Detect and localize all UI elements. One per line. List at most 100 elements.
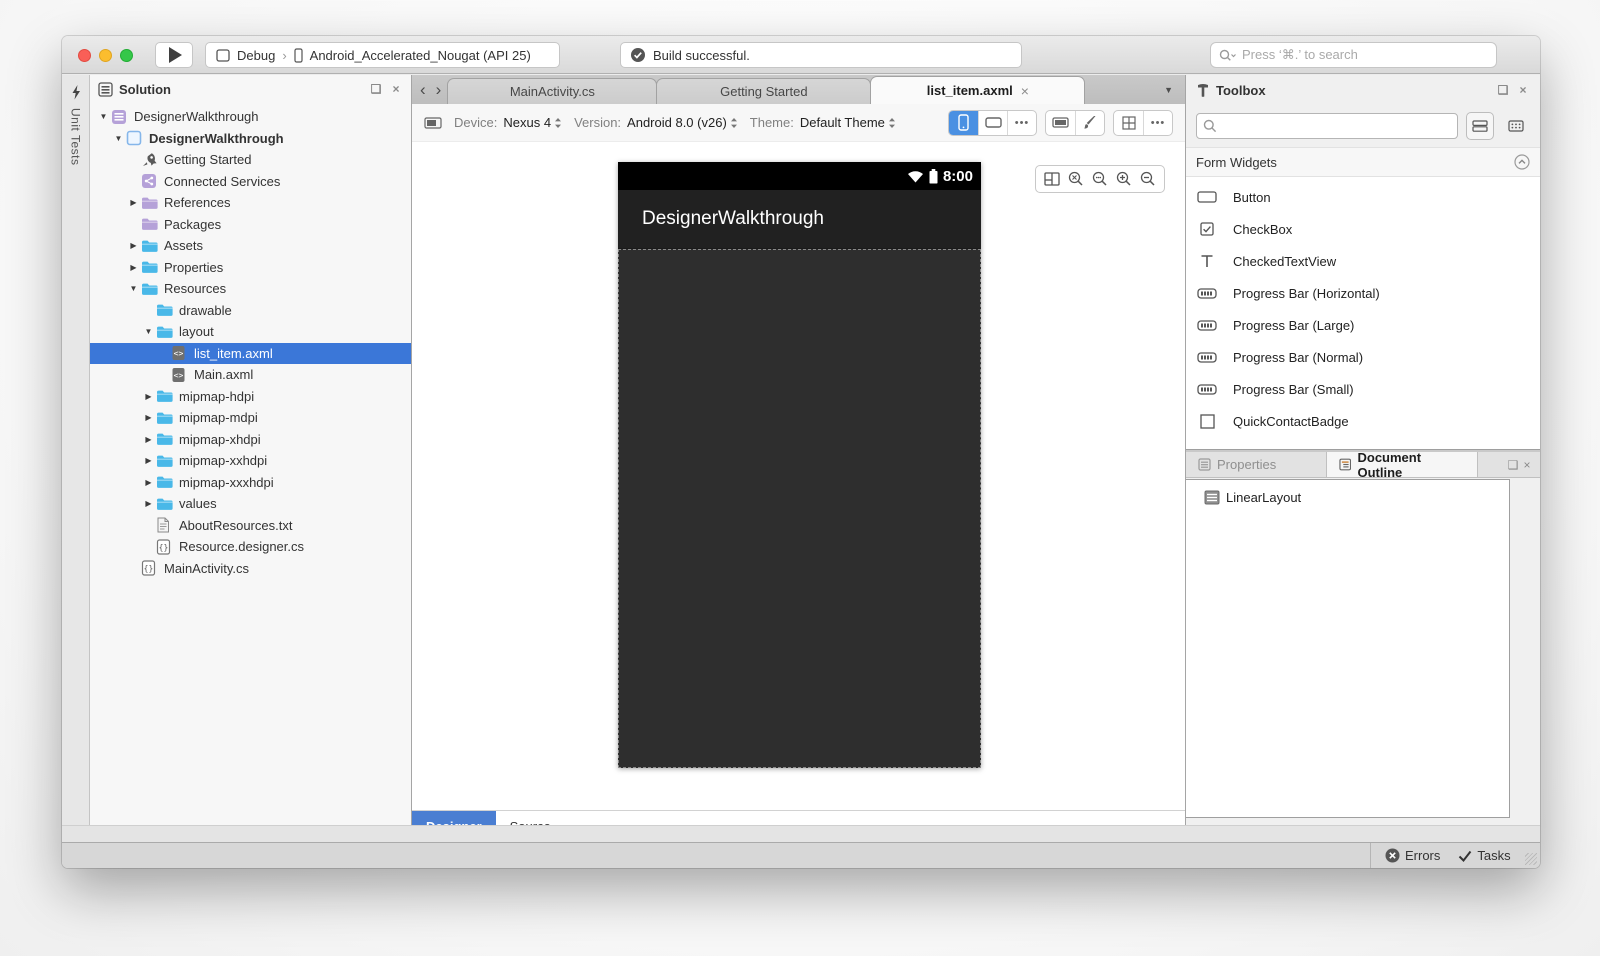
linearlayout-design-region[interactable] <box>618 249 981 768</box>
tree-item-label: list_item.axml <box>194 345 273 361</box>
battery-icon <box>929 168 938 184</box>
tree-item[interactable]: ▶ Properties <box>90 257 411 279</box>
unit-tests-side-tab[interactable]: Unit Tests <box>62 75 90 842</box>
toolbox-item-label: CheckedTextView <box>1233 253 1337 269</box>
run-button[interactable] <box>155 42 193 68</box>
folder-blue-icon <box>156 431 177 447</box>
chevron-right-icon[interactable]: ▶ <box>141 435 156 444</box>
tree-item[interactable]: ▶ mipmap-hdpi <box>90 386 411 408</box>
global-search-input[interactable]: Press ‘⌘.’ to search <box>1210 42 1497 68</box>
tree-item[interactable]: Connected Services <box>90 171 411 193</box>
close-pad-icon[interactable]: × <box>1516 83 1530 97</box>
toolbox-item[interactable]: Progress Bar (Large) <box>1186 309 1540 341</box>
minimize-window-button[interactable] <box>99 49 112 62</box>
toolbox-item[interactable]: QuickContactBadge <box>1186 405 1540 437</box>
toolbox-item[interactable]: Progress Bar (Small) <box>1186 373 1540 405</box>
navigate-forward-button[interactable]: › <box>436 81 442 98</box>
zoom-in-button[interactable] <box>1112 167 1136 191</box>
tree-item[interactable]: ▶ Assets <box>90 235 411 257</box>
chevron-right-icon[interactable]: ▶ <box>141 478 156 487</box>
tree-item[interactable]: AboutResources.txt <box>90 515 411 537</box>
tab-list-item-axml[interactable]: list_item.axml × <box>870 76 1086 104</box>
dock-pad-icon[interactable]: ❑ <box>1496 83 1510 97</box>
screen-settings-button[interactable] <box>1046 111 1075 135</box>
zoom-to-fit-button[interactable] <box>1064 167 1088 191</box>
layout-grid-button[interactable] <box>1114 111 1143 135</box>
theme-dropdown[interactable]: Default Theme <box>800 115 896 130</box>
tree-item[interactable]: ▶ values <box>90 493 411 515</box>
resize-grip[interactable] <box>1525 853 1537 865</box>
device-dropdown[interactable]: Nexus 4 <box>503 115 562 130</box>
tree-item[interactable]: Packages <box>90 214 411 236</box>
close-pad-icon[interactable]: × <box>389 82 403 96</box>
tree-item[interactable]: {} MainActivity.cs <box>90 558 411 580</box>
run-configuration-selector[interactable]: Debug › Android_Accelerated_Nougat (API … <box>205 42 560 68</box>
folder-blue-icon <box>156 474 177 490</box>
toggle-device-frame-button[interactable] <box>1040 167 1064 191</box>
chevron-right-icon[interactable]: ▶ <box>141 499 156 508</box>
collapse-section-icon[interactable] <box>1514 154 1530 170</box>
dock-pad-icon[interactable]: ❑ <box>369 82 383 96</box>
close-tab-icon[interactable]: × <box>1021 83 1029 99</box>
list-view-button[interactable] <box>1466 112 1494 140</box>
more-orientation-options-button[interactable]: ••• <box>1007 110 1036 135</box>
theme-brush-button[interactable] <box>1075 110 1104 135</box>
tree-item[interactable]: drawable <box>90 300 411 322</box>
design-surface[interactable]: 8:00 DesignerWalkthrough <box>412 142 1185 810</box>
tree-item[interactable]: Getting Started <box>90 149 411 171</box>
chevron-right-icon[interactable]: ▶ <box>126 263 141 272</box>
toolbox-item-label: Progress Bar (Normal) <box>1233 349 1364 365</box>
tab-document-outline[interactable]: Document Outline <box>1326 450 1478 480</box>
tree-item[interactable]: ▼ layout <box>90 321 411 343</box>
chevron-right-icon[interactable]: ▶ <box>141 413 156 422</box>
chevron-right-icon[interactable]: ▶ <box>126 241 141 250</box>
toolbox-item[interactable]: CheckBox <box>1186 213 1540 245</box>
errors-label: Errors <box>1405 848 1441 863</box>
grid-view-button[interactable] <box>1502 112 1530 140</box>
landscape-orientation-button[interactable] <box>978 110 1007 135</box>
portrait-orientation-button[interactable] <box>949 110 978 135</box>
tab-properties[interactable]: Properties <box>1186 452 1326 477</box>
tree-item[interactable]: {} Resource.designer.cs <box>90 536 411 558</box>
tree-item[interactable]: <> list_item.axml <box>90 342 411 364</box>
close-window-button[interactable] <box>78 49 91 62</box>
toolbox-search-input[interactable] <box>1196 113 1458 139</box>
zoom-window-button[interactable] <box>120 49 133 62</box>
toolbox-item[interactable]: Button <box>1186 181 1540 213</box>
tab-overflow-menu-icon[interactable]: ▼ <box>1164 85 1173 95</box>
zoom-out-button[interactable] <box>1136 167 1160 191</box>
chevron-down-icon[interactable]: ▼ <box>111 134 126 143</box>
android-device-preview[interactable]: 8:00 DesignerWalkthrough <box>618 162 981 768</box>
actual-size-button[interactable] <box>1088 167 1112 191</box>
chevron-down-icon[interactable]: ▼ <box>96 112 111 121</box>
toolbox-item[interactable]: Progress Bar (Normal) <box>1186 341 1540 373</box>
titlebar[interactable]: Debug › Android_Accelerated_Nougat (API … <box>62 36 1540 74</box>
tree-item[interactable]: ▼ DesignerWalkthrough <box>90 128 411 150</box>
tree-item[interactable]: ▼ DesignerWalkthrough <box>90 106 411 128</box>
chevron-down-icon[interactable]: ▼ <box>141 327 156 336</box>
navigate-back-button[interactable]: ‹ <box>420 81 426 98</box>
tab-mainactivity[interactable]: MainActivity.cs <box>447 78 658 104</box>
more-grid-options-button[interactable]: ••• <box>1143 110 1172 135</box>
tasks-button[interactable]: Tasks <box>1458 848 1511 863</box>
tree-item[interactable]: ▶ mipmap-xhdpi <box>90 429 411 451</box>
close-pad-icon[interactable]: × <box>1520 458 1534 472</box>
tree-item[interactable]: ▶ References <box>90 192 411 214</box>
chevron-right-icon[interactable]: ▶ <box>141 456 156 465</box>
chevron-right-icon[interactable]: ▶ <box>141 392 156 401</box>
chevron-down-icon[interactable]: ▼ <box>126 284 141 293</box>
outline-node-linearlayout[interactable]: LinearLayout <box>1186 486 1509 508</box>
tab-getting-started[interactable]: Getting Started <box>656 78 872 104</box>
tree-item[interactable]: ▶ mipmap-xxxhdpi <box>90 472 411 494</box>
tree-item[interactable]: ▶ mipmap-mdpi <box>90 407 411 429</box>
version-dropdown[interactable]: Android 8.0 (v26) <box>627 115 738 130</box>
errors-button[interactable]: Errors <box>1385 848 1440 863</box>
dock-pad-icon[interactable]: ❑ <box>1506 458 1520 472</box>
toolbox-item[interactable]: CheckedTextView <box>1186 245 1540 277</box>
toolbox-section-header[interactable]: Form Widgets <box>1186 147 1540 177</box>
toolbox-item[interactable]: Progress Bar (Horizontal) <box>1186 277 1540 309</box>
chevron-right-icon[interactable]: ▶ <box>126 198 141 207</box>
tree-item[interactable]: ▼ Resources <box>90 278 411 300</box>
tree-item[interactable]: <> Main.axml <box>90 364 411 386</box>
tree-item[interactable]: ▶ mipmap-xxhdpi <box>90 450 411 472</box>
